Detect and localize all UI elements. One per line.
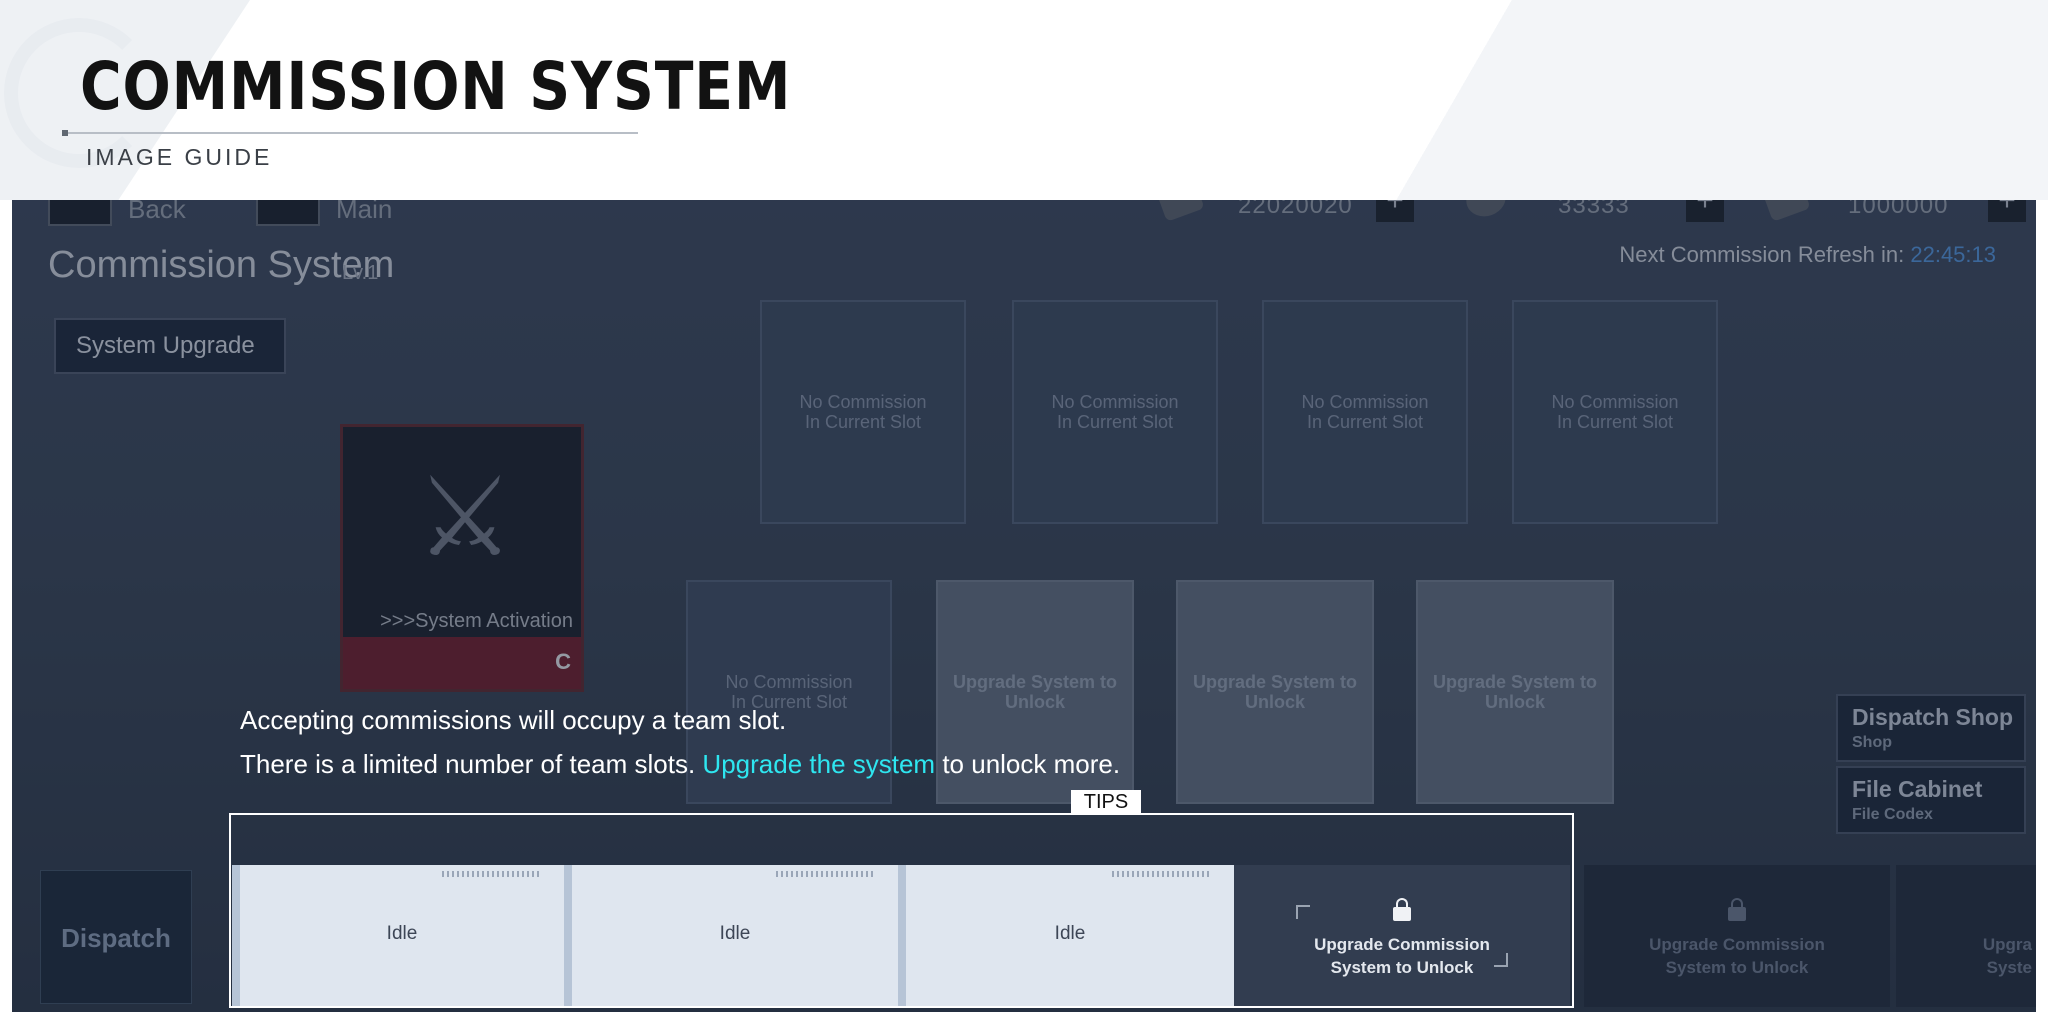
header-right-decoration <box>1328 0 2048 200</box>
locked-team-slot: Upgra Syste <box>1896 865 2036 1007</box>
tip-line-2-start: There is a limited number of team slots. <box>240 749 696 779</box>
dispatch-button[interactable]: Dispatch <box>40 870 192 1004</box>
page-subtitle: IMAGE GUIDE <box>86 144 273 170</box>
locked-slot-label: Upgrade Commission System to Unlock <box>1649 935 1825 977</box>
locked-team-slot: Upgrade Commission System to Unlock <box>1584 865 1890 1007</box>
tip-line-2-end: to unlock more. <box>942 749 1121 779</box>
locked-slot-label: Upgra Syste <box>1982 935 2032 977</box>
tips-tag: TIPS <box>1071 790 1141 815</box>
tip-line-1: Accepting commissions will occupy a team… <box>240 705 787 735</box>
tip-text: Accepting commissions will occupy a team… <box>240 698 1120 786</box>
title-divider <box>62 130 638 136</box>
page-title: COMMISSION SYSTEM <box>80 48 792 125</box>
dispatch-label: Dispatch <box>61 923 171 953</box>
tips-highlight-frame <box>229 813 1574 1008</box>
tip-line-2: There is a limited number of team slots.… <box>240 742 1120 786</box>
guide-header: COMMISSION SYSTEM IMAGE GUIDE <box>0 0 2048 200</box>
tip-highlight: Upgrade the system <box>702 749 936 779</box>
lock-icon <box>1728 898 1746 921</box>
